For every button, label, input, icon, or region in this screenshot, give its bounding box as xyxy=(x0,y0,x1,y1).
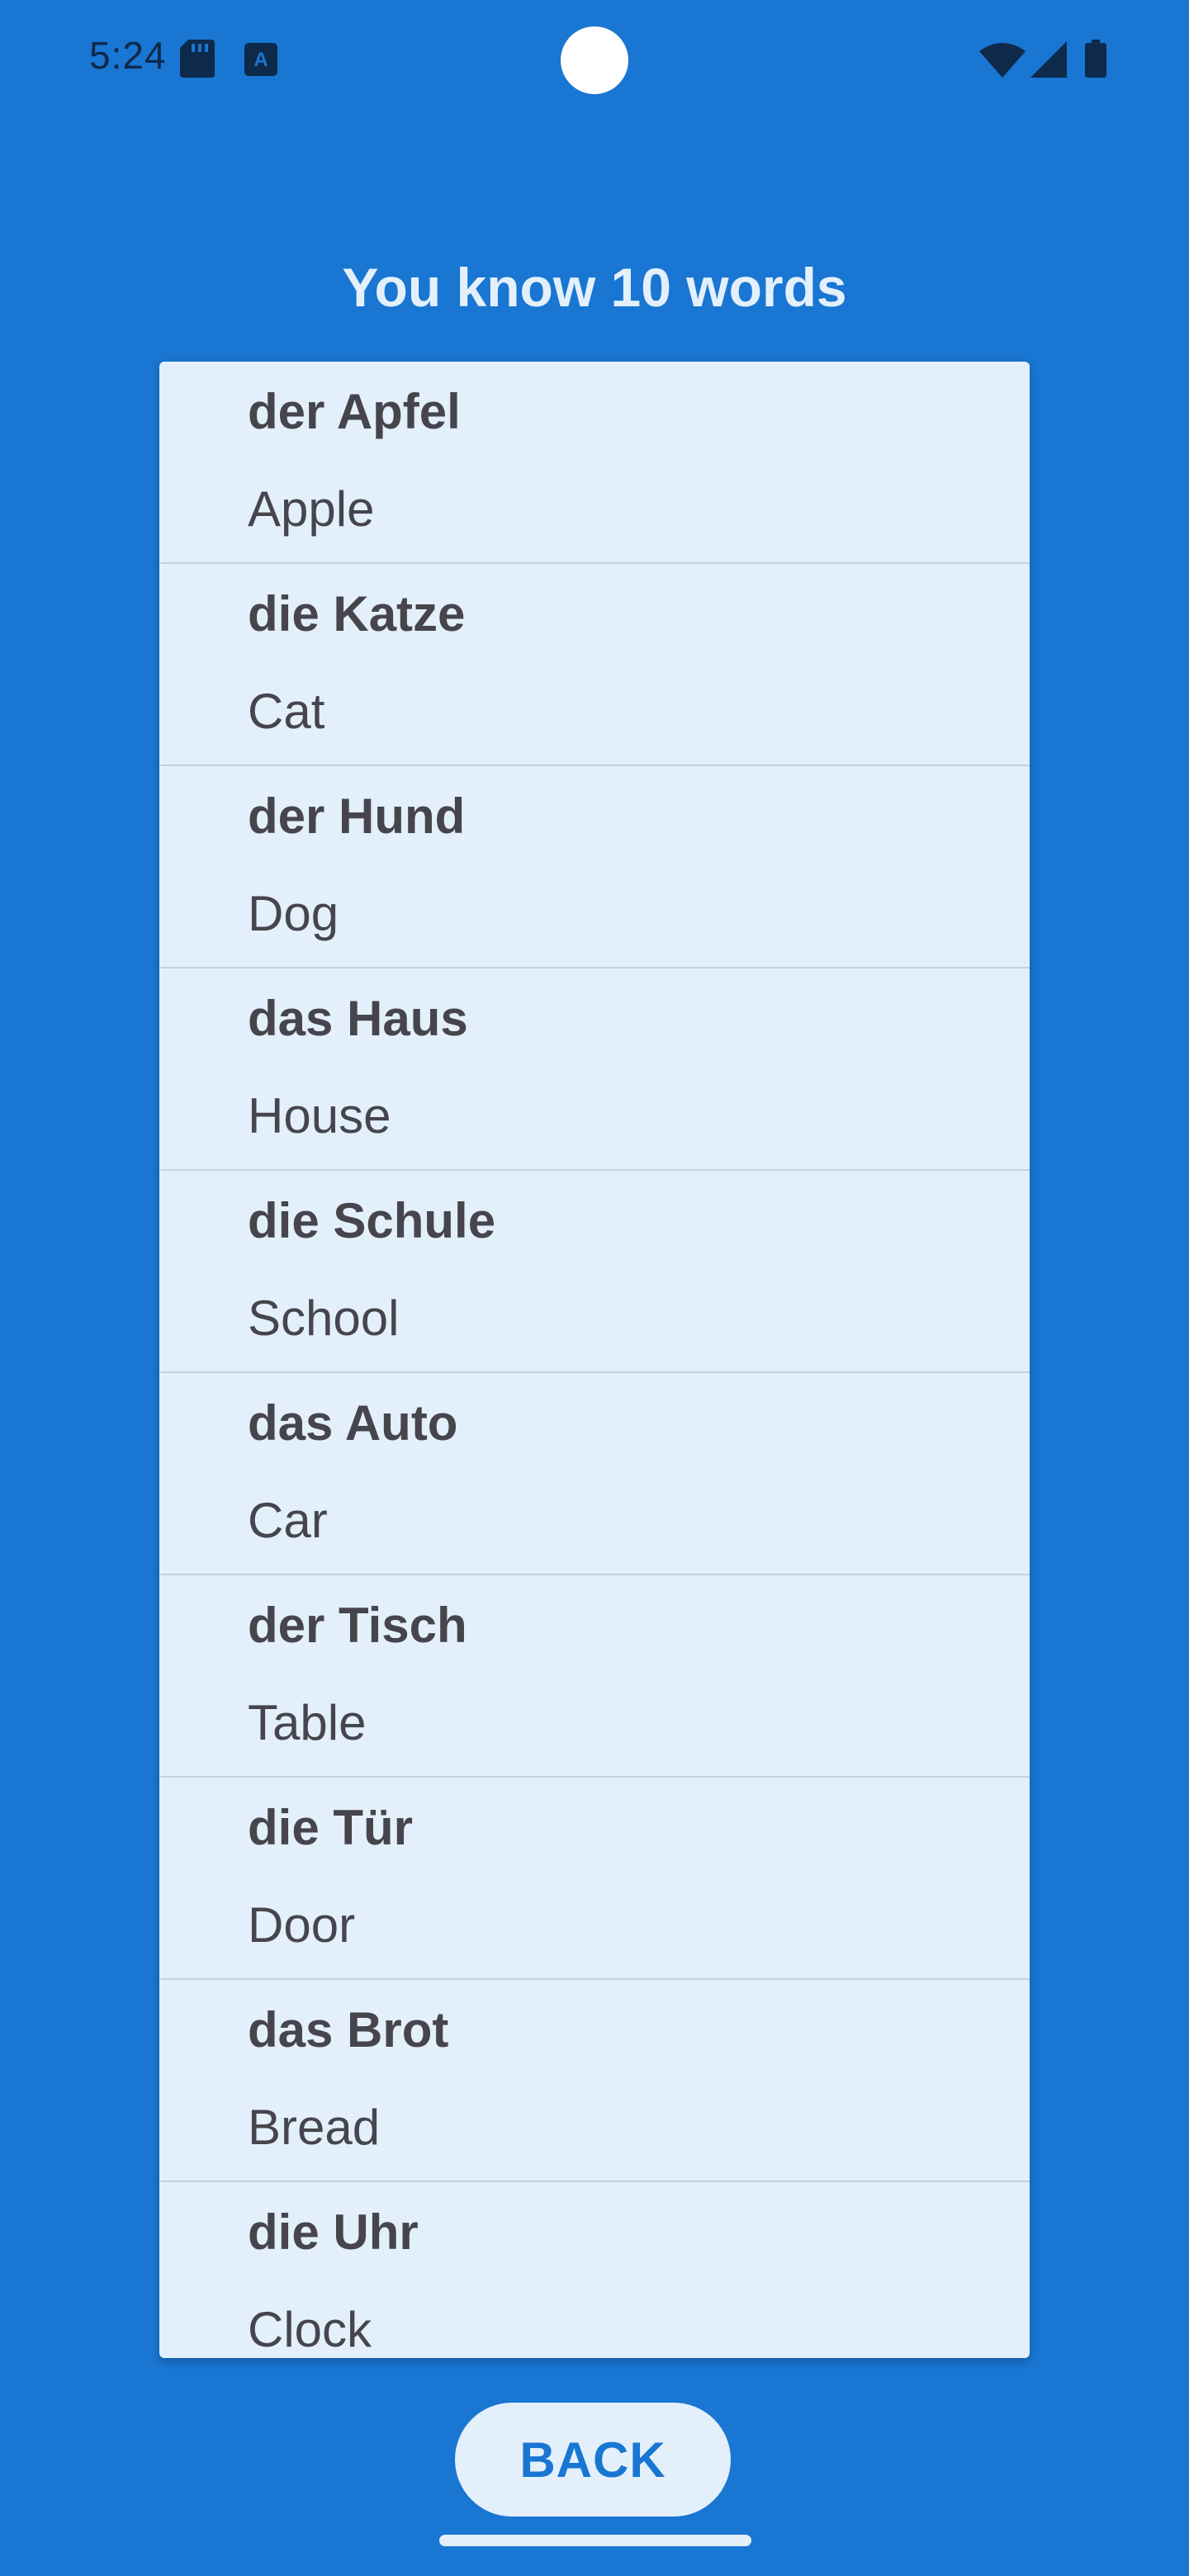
wifi-icon xyxy=(979,43,1026,82)
word-translation: Bread xyxy=(248,2100,381,2155)
word-list-item[interactable]: die Schule School xyxy=(159,1171,1030,1373)
status-time: 5:24 xyxy=(89,34,167,77)
word-list[interactable]: der Apfel Apple die Katze Cat der Hund D… xyxy=(159,362,1030,2358)
word-list-item[interactable]: das Auto Car xyxy=(159,1373,1030,1575)
a-notification-icon: A xyxy=(244,43,277,80)
word-translation: Clock xyxy=(248,2302,372,2357)
word-list-item[interactable]: die Tür Door xyxy=(159,1778,1030,1980)
word-list-item[interactable]: das Haus House xyxy=(159,968,1030,1171)
word-term: die Tür xyxy=(248,1800,414,1855)
battery-icon xyxy=(1085,40,1106,82)
word-translation: Table xyxy=(248,1695,367,1750)
sd-card-icon xyxy=(180,40,215,82)
word-term: der Tisch xyxy=(248,1598,467,1653)
word-translation: House xyxy=(248,1088,391,1144)
app-screen: 5:24 A You know 10 words der Apfel Apple… xyxy=(0,0,1189,2576)
word-term: der Apfel xyxy=(248,384,461,439)
camera-cutout xyxy=(561,26,628,94)
word-term: das Brot xyxy=(248,2002,449,2057)
word-term: die Katze xyxy=(248,586,466,642)
word-term: die Uhr xyxy=(248,2204,419,2260)
status-bar: 5:24 A xyxy=(0,0,1189,116)
cell-signal-icon xyxy=(1030,41,1067,82)
word-translation: Cat xyxy=(248,684,325,739)
word-term: die Schule xyxy=(248,1193,496,1248)
word-term: das Auto xyxy=(248,1395,458,1451)
word-translation: School xyxy=(248,1290,400,1346)
word-list-item[interactable]: die Uhr Clock xyxy=(159,2182,1030,2358)
svg-text:A: A xyxy=(253,49,268,71)
word-list-item[interactable]: der Tisch Table xyxy=(159,1575,1030,1778)
page-title: You know 10 words xyxy=(342,257,847,318)
word-term: das Haus xyxy=(248,991,468,1046)
word-list-item[interactable]: der Apfel Apple xyxy=(159,362,1030,564)
word-translation: Dog xyxy=(248,886,339,941)
word-list-item[interactable]: die Katze Cat xyxy=(159,564,1030,766)
word-list-item[interactable]: der Hund Dog xyxy=(159,766,1030,968)
word-translation: Car xyxy=(248,1493,328,1548)
word-term: der Hund xyxy=(248,788,466,844)
back-button[interactable]: BACK xyxy=(455,2403,731,2517)
word-list-item[interactable]: das Brot Bread xyxy=(159,1980,1030,2182)
home-indicator[interactable] xyxy=(439,2535,751,2546)
word-translation: Door xyxy=(248,1897,356,1953)
word-translation: Apple xyxy=(248,481,375,537)
